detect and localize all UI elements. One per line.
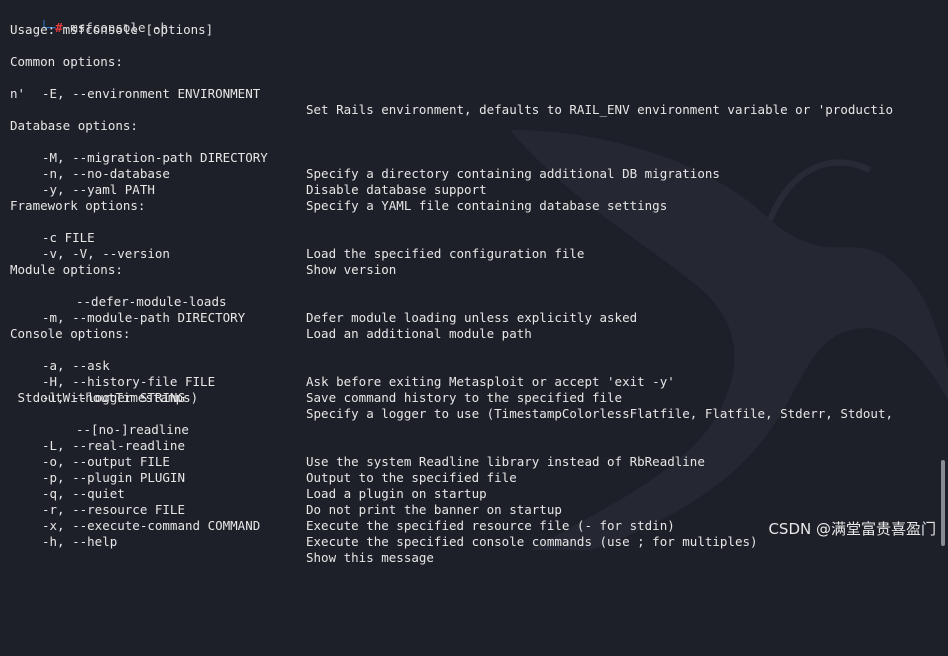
option-row: -r, --resource FILE Execute the specifie… bbox=[0, 486, 948, 533]
option-desc: Load an additional module path bbox=[306, 326, 532, 341]
option-desc: Specify a YAML file containing database … bbox=[306, 198, 668, 213]
option-row: -v, -V, --version Show version bbox=[0, 230, 948, 277]
option-row: -p, --plugin PLUGIN Load a plugin on sta… bbox=[0, 454, 948, 501]
option-desc: Set Rails environment, defaults to RAIL_… bbox=[306, 102, 893, 117]
option-row: -H, --history-file FILE Save command his… bbox=[0, 358, 948, 405]
option-row: -c FILE Load the specified configuration… bbox=[0, 214, 948, 261]
usage-line: Usage: msfconsole [options] bbox=[10, 22, 214, 37]
option-desc: Show this message bbox=[306, 550, 434, 565]
terminal-output[interactable]: └─# msfconsole -h Usage: msfconsole [opt… bbox=[0, 0, 948, 565]
section-title-module: Module options: bbox=[10, 262, 123, 277]
option-row: -x, --execute-command COMMAND Execute th… bbox=[0, 502, 948, 549]
option-flag: -h, --help bbox=[42, 534, 118, 549]
option-row: -M, --migration-path DIRECTORY Specify a… bbox=[0, 134, 948, 181]
option-row: --[no-]readline bbox=[0, 406, 948, 437]
option-row: --defer-module-loads Defer module loadin… bbox=[0, 278, 948, 325]
option-desc: Load the specified configuration file bbox=[306, 246, 585, 261]
option-flag: -v, -V, --version bbox=[42, 246, 170, 261]
option-flag: -m, --module-path DIRECTORY bbox=[42, 310, 246, 325]
option-desc: Defer module loading unless explicitly a… bbox=[306, 310, 638, 325]
option-desc: Save command history to the specified fi… bbox=[306, 390, 623, 405]
prompt-line: └─# msfconsole -h bbox=[10, 4, 168, 35]
option-flag: -E, --environment ENVIRONMENT bbox=[42, 86, 261, 101]
section-title-framework: Framework options: bbox=[10, 198, 146, 213]
section-title-common: Common options: bbox=[10, 54, 123, 69]
option-desc: Show version bbox=[306, 262, 397, 277]
option-flag: -y, --yaml PATH bbox=[42, 182, 155, 197]
wrapped-text: n' bbox=[10, 86, 26, 101]
option-row: -E, --environment ENVIRONMENT Set Rails … bbox=[0, 70, 948, 117]
section-title-console: Console options: bbox=[10, 326, 131, 341]
option-desc: Execute the specified console commands (… bbox=[306, 534, 758, 549]
option-row: -l, --logger STRING Specify a logger to … bbox=[0, 374, 948, 421]
section-title-database: Database options: bbox=[10, 118, 138, 133]
option-row: -y, --yaml PATH Specify a YAML file cont… bbox=[0, 166, 948, 213]
option-row: -q, --quiet Do not print the banner on s… bbox=[0, 470, 948, 517]
wrapped-text: StdoutWithoutTimestamps) bbox=[10, 390, 199, 405]
option-row: -m, --module-path DIRECTORY Load an addi… bbox=[0, 294, 948, 341]
option-desc: Disable database support bbox=[306, 182, 487, 197]
scrollbar-thumb[interactable] bbox=[941, 460, 945, 546]
option-row: -L, --real-readline Use the system Readl… bbox=[0, 422, 948, 469]
csdn-watermark: CSDN @满堂富贵喜盈门 bbox=[768, 520, 936, 538]
option-row: -n, --no-database Disable database suppo… bbox=[0, 150, 948, 197]
option-row: -o, --output FILE Output to the specifie… bbox=[0, 438, 948, 485]
option-row: -a, --ask Ask before exiting Metasploit … bbox=[0, 342, 948, 389]
